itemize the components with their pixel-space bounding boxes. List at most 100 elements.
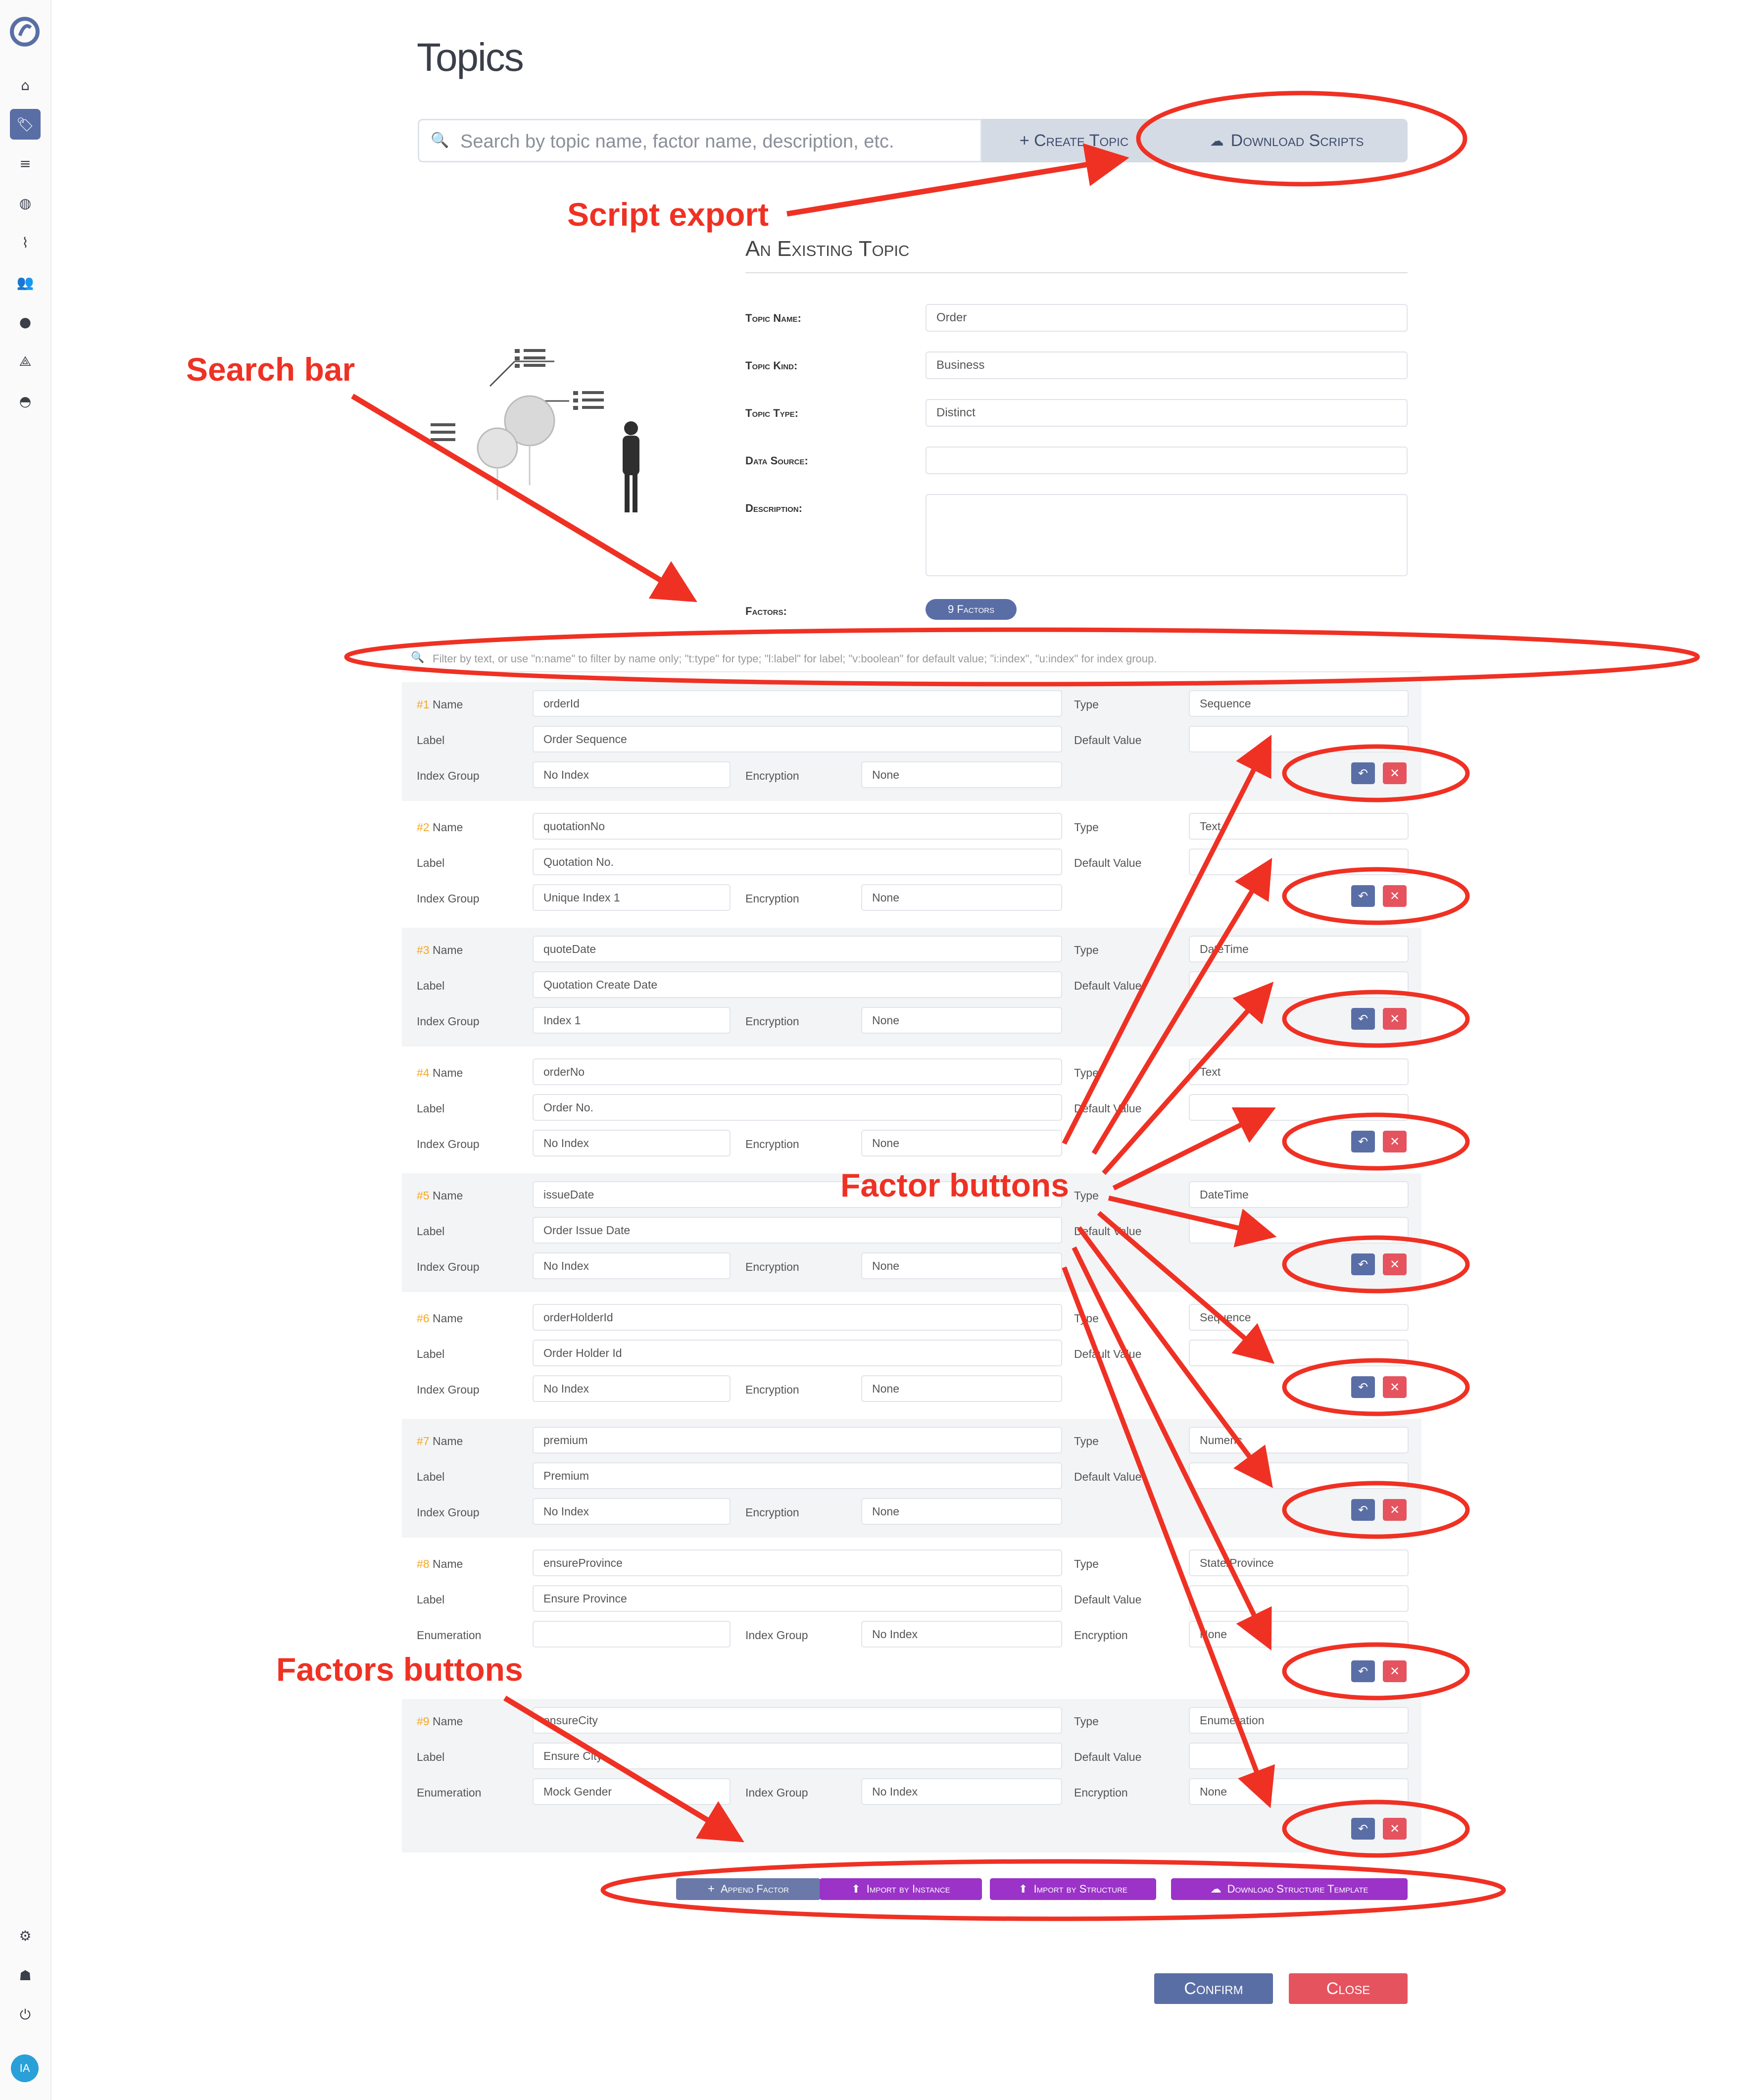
factor-label-input[interactable]: Premium — [533, 1462, 1062, 1489]
factor-encryption-select[interactable]: None — [861, 1375, 1062, 1402]
factor-name-input[interactable]: orderNo — [533, 1058, 1062, 1085]
append-factor-button[interactable]: + Append Factor — [676, 1878, 821, 1900]
factor-delete-button[interactable]: ✕ — [1383, 1376, 1407, 1398]
factors-count-badge[interactable]: 9 Factors — [926, 599, 1017, 620]
avatar[interactable]: IA — [11, 2054, 39, 2082]
home-icon[interactable]: ⌂ — [13, 73, 37, 97]
factor-undo-button[interactable]: ↶ — [1351, 1253, 1375, 1275]
tag-icon[interactable]: 🏷 — [10, 109, 41, 140]
create-topic-button[interactable]: + Create Topic — [982, 119, 1167, 162]
factor-encryption-select[interactable]: None — [1189, 1621, 1409, 1648]
factor-default-value-input[interactable] — [1189, 1585, 1409, 1612]
topic-name-input[interactable]: Order — [926, 304, 1408, 332]
factor-undo-button[interactable]: ↶ — [1351, 1131, 1375, 1152]
factor-label-input[interactable]: Order Holder Id — [533, 1340, 1062, 1366]
factor-enumeration-select[interactable]: Mock Gender — [533, 1778, 731, 1805]
power-icon[interactable]: ⏻ — [13, 2003, 37, 2027]
factor-delete-button[interactable]: ✕ — [1383, 1660, 1407, 1682]
factor-default-value-input[interactable] — [1189, 971, 1409, 998]
factor-default-value-input[interactable] — [1189, 726, 1409, 752]
factor-delete-button[interactable]: ✕ — [1383, 1499, 1407, 1521]
factor-label-input[interactable]: Order Issue Date — [533, 1217, 1062, 1244]
factor-encryption-select[interactable]: None — [861, 884, 1062, 911]
gear-icon[interactable]: ⚙ — [13, 1924, 37, 1948]
factor-filter-input[interactable]: Filter by text, or use "n:name" to filte… — [433, 652, 1157, 665]
factor-label-input[interactable]: Quotation Create Date — [533, 971, 1062, 998]
factor-index-group-select[interactable]: No Index — [533, 1130, 731, 1156]
dashboard-icon[interactable]: ◓ — [13, 389, 37, 413]
factor-type-select[interactable]: Numeric — [1189, 1427, 1409, 1453]
import-by-instance-button[interactable]: ⬆ Import by Instance — [820, 1878, 982, 1900]
factor-type-select[interactable]: Text — [1189, 813, 1409, 840]
factor-delete-button[interactable]: ✕ — [1383, 1253, 1407, 1275]
factor-index-group-select[interactable]: No Index — [861, 1778, 1062, 1805]
factor-default-value-input[interactable] — [1189, 1462, 1409, 1489]
user-icon[interactable]: ● — [13, 310, 37, 334]
close-button[interactable]: Close — [1289, 1973, 1408, 2004]
factor-type-select[interactable]: Sequence — [1189, 690, 1409, 717]
factor-delete-button[interactable]: ✕ — [1383, 1818, 1407, 1840]
factor-index-group-select[interactable]: No Index — [533, 1375, 731, 1402]
description-textarea[interactable] — [926, 494, 1408, 576]
factor-name-input[interactable]: premium — [533, 1427, 1062, 1453]
factor-encryption-select[interactable]: None — [861, 1498, 1062, 1525]
factor-index-group-select[interactable]: Index 1 — [533, 1007, 731, 1034]
factor-type-select[interactable]: Enumeration — [1189, 1707, 1409, 1734]
factor-type-select[interactable]: DateTime — [1189, 1181, 1409, 1208]
factor-undo-button[interactable]: ↶ — [1351, 1499, 1375, 1521]
factor-undo-button[interactable]: ↶ — [1351, 1660, 1375, 1682]
factor-label-input[interactable]: Quotation No. — [533, 849, 1062, 875]
factor-undo-button[interactable]: ↶ — [1351, 1818, 1375, 1840]
factor-index-group-select[interactable]: No Index — [533, 1498, 731, 1525]
factor-label-input[interactable]: Ensure Province — [533, 1585, 1062, 1612]
pipeline-icon[interactable]: ⌇ — [13, 231, 37, 254]
factor-name-input[interactable]: quoteDate — [533, 936, 1062, 962]
factor-index-group-select[interactable]: No Index — [533, 1252, 731, 1279]
factor-encryption-select[interactable]: None — [861, 1007, 1062, 1034]
factor-delete-button[interactable]: ✕ — [1383, 1131, 1407, 1152]
topic-type-select[interactable]: Distinct — [926, 399, 1408, 427]
import-by-structure-button[interactable]: ⬆ Import by Structure — [990, 1878, 1156, 1900]
factor-type-select[interactable]: Sequence — [1189, 1304, 1409, 1331]
factor-undo-button[interactable]: ↶ — [1351, 885, 1375, 907]
factor-undo-button[interactable]: ↶ — [1351, 762, 1375, 784]
factor-name-input[interactable]: ensureProvince — [533, 1550, 1062, 1576]
factor-index-group-select[interactable]: Unique Index 1 — [533, 884, 731, 911]
search-input[interactable] — [459, 125, 976, 158]
factor-index-group-select[interactable]: No Index — [861, 1621, 1062, 1648]
download-structure-template-button[interactable]: ☁ Download Structure Template — [1171, 1878, 1408, 1900]
factor-default-value-input[interactable] — [1189, 1340, 1409, 1366]
factor-name-input[interactable]: orderHolderId — [533, 1304, 1062, 1331]
tenant-icon[interactable]: ☗ — [13, 1963, 37, 1987]
factor-type-select[interactable]: Text — [1189, 1058, 1409, 1085]
logo-icon[interactable] — [10, 17, 40, 47]
factor-delete-button[interactable]: ✕ — [1383, 762, 1407, 784]
download-scripts-button[interactable]: ☁ Download Scripts — [1166, 119, 1408, 162]
factor-name-input[interactable]: quotationNo — [533, 813, 1062, 840]
users-icon[interactable]: 👥 — [13, 270, 37, 294]
factor-name-input[interactable]: ensureCity — [533, 1707, 1062, 1734]
factor-encryption-select[interactable]: None — [1189, 1778, 1409, 1805]
factor-undo-button[interactable]: ↶ — [1351, 1376, 1375, 1398]
factor-default-value-input[interactable] — [1189, 849, 1409, 875]
data-source-select[interactable] — [926, 447, 1408, 474]
globe-icon[interactable]: ◍ — [13, 191, 37, 215]
list-icon[interactable]: ≡ — [13, 151, 37, 175]
factor-delete-button[interactable]: ✕ — [1383, 885, 1407, 907]
factor-name-input[interactable]: orderId — [533, 690, 1062, 717]
factor-delete-button[interactable]: ✕ — [1383, 1008, 1407, 1030]
factor-type-select[interactable]: State/Province — [1189, 1550, 1409, 1576]
factor-encryption-select[interactable]: None — [861, 761, 1062, 788]
confirm-button[interactable]: Confirm — [1154, 1973, 1273, 2004]
factor-undo-button[interactable]: ↶ — [1351, 1008, 1375, 1030]
factor-default-value-input[interactable] — [1189, 1743, 1409, 1769]
factor-encryption-select[interactable]: None — [861, 1130, 1062, 1156]
factor-label-input[interactable]: Order Sequence — [533, 726, 1062, 752]
factor-encryption-select[interactable]: None — [861, 1252, 1062, 1279]
factor-label-input[interactable]: Ensure City — [533, 1743, 1062, 1769]
compass-icon[interactable]: ⟁ — [13, 350, 37, 373]
factor-label-input[interactable]: Order No. — [533, 1094, 1062, 1121]
factor-enumeration-select[interactable] — [533, 1621, 731, 1648]
topic-kind-select[interactable]: Business — [926, 351, 1408, 379]
factor-type-select[interactable]: DateTime — [1189, 936, 1409, 962]
